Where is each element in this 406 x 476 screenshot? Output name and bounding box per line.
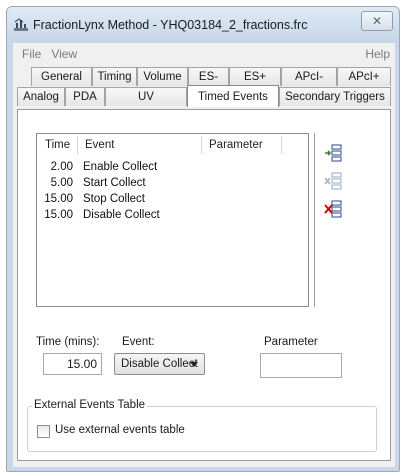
parameter-label: Parameter (264, 336, 318, 348)
close-icon: ✕ (371, 14, 383, 28)
tab-secondary-triggers[interactable]: Secondary Triggers (279, 87, 391, 106)
column-header-time[interactable]: Time (45, 139, 70, 151)
tab-volume[interactable]: Volume (137, 67, 188, 86)
time-input[interactable]: 15.00 (43, 353, 102, 375)
external-events-group: External Events Table Use external event… (27, 399, 377, 452)
parameter-input[interactable] (260, 353, 342, 378)
timed-events-list[interactable]: Time Event Parameter 2.00 Enable Collect… (36, 133, 309, 307)
column-header-event[interactable]: Event (85, 139, 114, 151)
menu-bar: File View Help (13, 43, 395, 65)
event-name: Stop Collect (83, 193, 146, 205)
tab-apci-minus[interactable]: APcI- (281, 67, 337, 86)
event-dropdown[interactable]: Disable Collect (114, 353, 205, 375)
dialog-client-area: General Timing Volume ES- ES+ APcI- APcI… (13, 65, 395, 467)
fractionlynx-app-icon (14, 18, 28, 31)
add-event-icon (325, 144, 342, 162)
event-name: Disable Collect (83, 209, 160, 221)
chevron-down-icon (190, 362, 198, 367)
use-external-events-checkbox[interactable] (37, 425, 50, 438)
menu-view[interactable]: View (46, 47, 82, 61)
event-time: 15.00 (44, 209, 73, 221)
event-time: 5.00 (50, 177, 73, 189)
event-name: Start Collect (83, 177, 146, 189)
tab-analog[interactable]: Analog (17, 87, 65, 106)
close-button[interactable]: ✕ (361, 11, 393, 31)
list-item[interactable]: 15.00 Disable Collect (37, 209, 308, 225)
tab-pda[interactable]: PDA (65, 87, 105, 106)
list-header: Time Event Parameter (37, 134, 308, 156)
delete-event-button[interactable] (322, 198, 344, 220)
menu-file[interactable]: File (17, 47, 46, 61)
delete-event-icon (324, 200, 342, 218)
title-bar[interactable]: FractionLynx Method - YHQ03184_2_fractio… (7, 7, 399, 43)
event-name: Enable Collect (83, 161, 158, 173)
list-item[interactable]: 15.00 Stop Collect (37, 193, 308, 209)
app-window: FractionLynx Method - YHQ03184_2_fractio… (6, 6, 400, 472)
tab-es-plus[interactable]: ES+ (229, 67, 281, 86)
window-title: FractionLynx Method - YHQ03184_2_fractio… (33, 18, 308, 32)
event-time: 15.00 (44, 193, 73, 205)
tab-timed-events[interactable]: Timed Events (187, 85, 279, 107)
list-item[interactable]: 5.00 Start Collect (37, 177, 308, 193)
modify-event-button[interactable] (322, 170, 344, 192)
tab-apci-plus[interactable]: APcI+ (337, 67, 391, 86)
add-event-button[interactable] (322, 142, 344, 164)
column-header-parameter[interactable]: Parameter (209, 139, 263, 151)
tab-timing[interactable]: Timing (92, 67, 137, 86)
event-dropdown-value: Disable Collect (121, 358, 198, 370)
timed-events-panel: Time Event Parameter 2.00 Enable Collect… (17, 109, 391, 461)
tab-general[interactable]: General (31, 67, 92, 86)
list-divider (314, 133, 316, 307)
event-time: 2.00 (50, 161, 73, 173)
external-events-title: External Events Table (32, 399, 148, 411)
list-item[interactable]: 2.00 Enable Collect (37, 161, 308, 177)
modify-event-icon (324, 172, 342, 190)
time-label: Time (mins): (36, 336, 100, 348)
event-label: Event: (122, 336, 155, 348)
use-external-events-label[interactable]: Use external events table (55, 424, 185, 436)
tab-uv[interactable]: UV (105, 87, 187, 106)
tab-es-minus[interactable]: ES- (188, 67, 229, 86)
menu-help[interactable]: Help (360, 47, 395, 61)
